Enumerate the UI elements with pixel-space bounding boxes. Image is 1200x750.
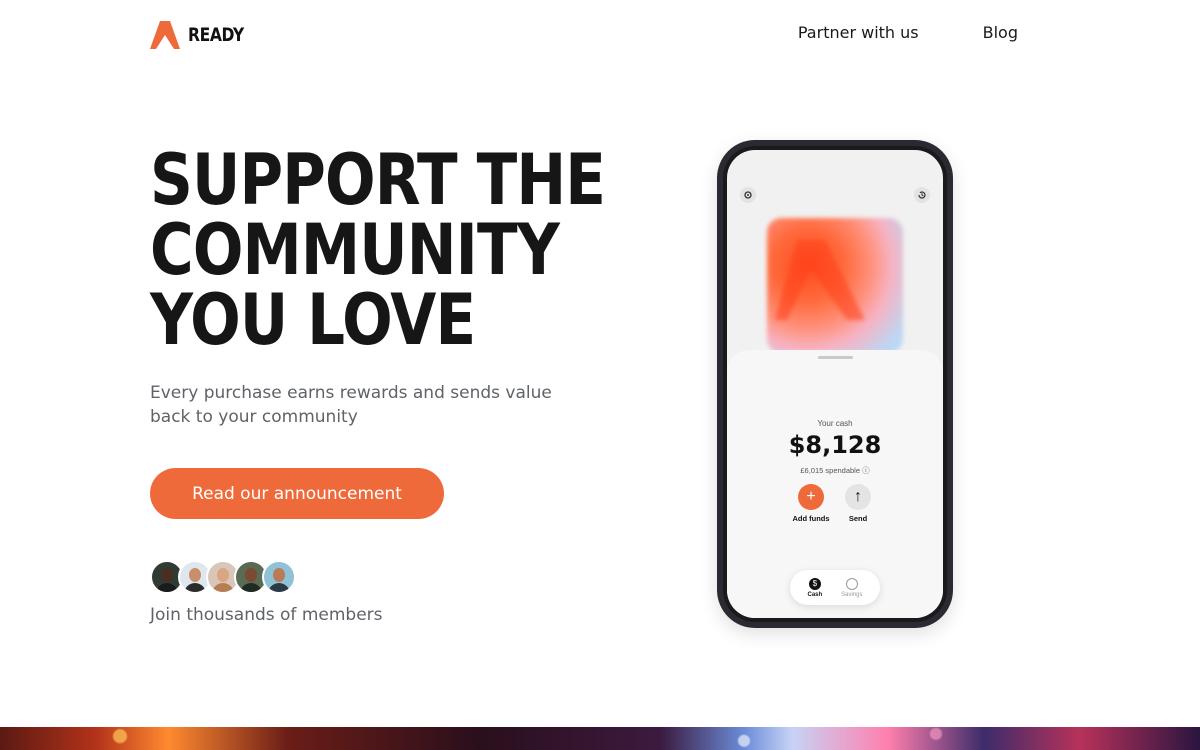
members-text: Join thousands of members [150, 605, 383, 625]
sheet-handle[interactable] [818, 356, 853, 359]
send-button[interactable]: ↑ Send [838, 484, 878, 523]
hero-title: SUPPORT THE COMMUNITY YOU LOVE [150, 145, 670, 355]
send-label: Send [848, 514, 868, 523]
avatar [262, 560, 296, 594]
read-announcement-button[interactable]: Read our announcement [150, 468, 444, 519]
cash-amount: $8,128 [788, 431, 882, 459]
plus-icon: + [798, 484, 824, 510]
hero-title-line-3: YOU LOVE [150, 279, 476, 361]
nav-blog-link[interactable]: Blog [983, 23, 1018, 42]
history-icon[interactable] [914, 187, 930, 203]
ready-logo-icon [150, 21, 180, 49]
tab-savings[interactable]: Savings [841, 577, 863, 598]
hero-title-line-2: COMMUNITY [150, 209, 560, 291]
hero-title-line-1: SUPPORT THE [150, 139, 606, 221]
cash-label: Your cash [817, 419, 853, 428]
ready-logo-icon [775, 240, 865, 320]
tab-cash[interactable]: $ Cash [807, 577, 823, 598]
member-avatars [150, 560, 296, 594]
card-graphic [767, 218, 903, 353]
arrow-up-icon: ↑ [845, 484, 871, 510]
tab-savings-label: Savings [841, 591, 863, 598]
phone-mockup: Your cash $8,128 £6,015 spendable ⓘ + Ad… [717, 140, 953, 628]
dollar-icon: $ [808, 577, 821, 590]
hero-subtitle: Every purchase earns rewards and sends v… [150, 383, 552, 427]
main-nav: Partner with us Blog [798, 23, 1018, 42]
phone-tab-bar: $ Cash Savings [790, 570, 880, 605]
tab-cash-label: Cash [807, 591, 823, 598]
add-funds-label: Add funds [792, 514, 830, 523]
brand-name: READY [188, 24, 244, 46]
event-photo-banner [0, 727, 1200, 750]
spendable-amount: £6,015 spendable ⓘ [800, 466, 870, 475]
brand-logo[interactable]: READY [150, 21, 256, 49]
piggy-bank-icon [845, 577, 858, 590]
gear-icon[interactable] [740, 187, 756, 203]
nav-partner-link[interactable]: Partner with us [798, 23, 919, 42]
add-funds-button[interactable]: + Add funds [791, 484, 831, 523]
site-header: READY Partner with us Blog [0, 0, 1200, 70]
phone-bezel: Your cash $8,128 £6,015 spendable ⓘ + Ad… [723, 146, 947, 622]
phone-screen: Your cash $8,128 £6,015 spendable ⓘ + Ad… [727, 150, 943, 618]
